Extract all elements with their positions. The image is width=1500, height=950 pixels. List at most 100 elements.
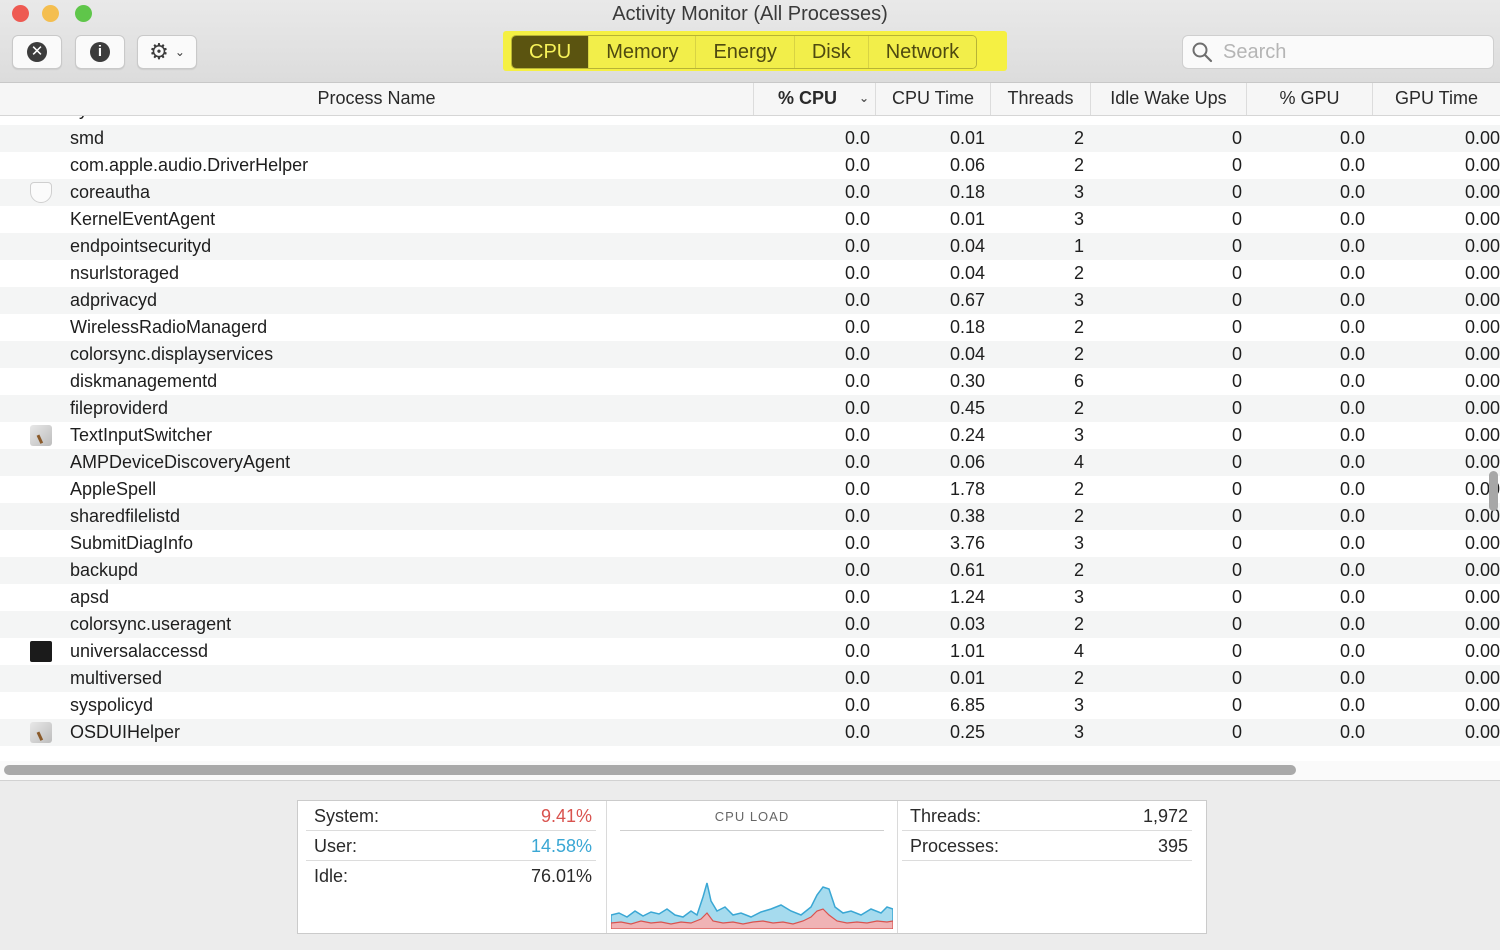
user-stat-row: User: 14.58% [306, 831, 596, 861]
gear-icon: ⚙ [149, 39, 169, 64]
cell-threads: 3 [1073, 695, 1084, 715]
cell-gpu-time: 0.00 [1464, 209, 1500, 229]
cell-gpu-time: 0.00 [1464, 290, 1500, 310]
column-header-gpu-time[interactable]: GPU Time [1372, 83, 1500, 115]
shield-icon [30, 182, 52, 203]
cell-cpu-percent: 0.0 [844, 182, 870, 202]
tab-network[interactable]: Network [867, 36, 977, 68]
column-header-cpu-time[interactable]: CPU Time [875, 83, 990, 115]
table-row[interactable]: diskmanagementd 0.0 0.30 6 0 0.0 0.00 [0, 368, 1500, 395]
cell-cpu-time: 0.45 [949, 398, 985, 418]
tab-disk[interactable]: Disk [793, 36, 868, 68]
table-row[interactable]: coreautha 0.0 0.18 3 0 0.0 0.00 [0, 179, 1500, 206]
table-row[interactable]: com.apple.audio.DriverHelper 0.0 0.06 2 0 0.0… [0, 152, 1500, 179]
search-field[interactable] [1182, 35, 1494, 69]
title-bar: Activity Monitor (All Processes) ✕ i ⚙ ⌄… [0, 0, 1500, 83]
search-input[interactable] [1221, 39, 1485, 65]
cell-idle-wake-ups: 0 [1231, 182, 1242, 202]
cell-cpu-percent: 0.0 [844, 722, 870, 742]
column-header-process-name[interactable]: Process Name [0, 83, 753, 115]
cell-threads: 3 [1073, 722, 1084, 742]
action-menu-button[interactable]: ⚙ ⌄ [137, 35, 197, 69]
table-row[interactable]: colorsync.useragent 0.0 0.03 2 0 0.0 0.00 [0, 611, 1500, 638]
cell-gpu-percent: 0.0 [1339, 371, 1365, 391]
cell-gpu-time: 0.00 [1464, 128, 1500, 148]
table-row[interactable]: syspolicyd 0.0 6.85 3 0 0.0 0.00 [0, 692, 1500, 719]
table-row[interactable]: SubmitDiagInfo 0.0 3.76 3 0 0.0 0.00 [0, 530, 1500, 557]
cell-gpu-percent: 0.0 [1339, 425, 1365, 445]
cell-gpu-time: 0.00 [1464, 533, 1500, 553]
cell-process-name: SubmitDiagInfo [70, 533, 194, 553]
app-generic-icon [30, 425, 52, 446]
horizontal-scrollbar-thumb[interactable] [4, 765, 1296, 775]
terminal-icon [30, 641, 52, 662]
cell-process-name: colorsync.displayservices [70, 344, 274, 364]
cell-idle-wake-ups: 0 [1231, 236, 1242, 256]
cell-gpu-time: 0.00 [1464, 614, 1500, 634]
idle-stat-row: Idle: 76.01% [306, 861, 596, 890]
column-header-cpu[interactable]: % CPU ⌄ [753, 83, 875, 115]
system-stat-row: System: 9.41% [306, 801, 596, 831]
cell-idle-wake-ups: 0 [1231, 479, 1242, 499]
cell-gpu-time: 0.00 [1464, 506, 1500, 526]
cell-threads: 2 [1073, 344, 1084, 364]
tab-memory[interactable]: Memory [588, 36, 696, 68]
cell-cpu-percent: 0.0 [844, 695, 870, 715]
cell-cpu-percent: 0.0 [844, 452, 870, 472]
cell-cpu-time: 0.03 [949, 614, 985, 634]
x-circle-icon: ✕ [27, 42, 47, 62]
cell-gpu-time: 0.00 [1464, 371, 1500, 391]
stop-process-button[interactable]: ✕ [12, 35, 62, 69]
tab-cpu[interactable]: CPU [512, 36, 589, 68]
cell-cpu-percent: 0.0 [844, 371, 870, 391]
table-row[interactable]: apsd 0.0 1.24 3 0 0.0 0.00 [0, 584, 1500, 611]
table-row[interactable]: OSDUIHelper 0.0 0.25 3 0 0.0 0.00 [0, 719, 1500, 746]
table-row[interactable]: AppleSpell 0.0 1.78 2 0 0.0 0.00 [0, 476, 1500, 503]
cell-idle-wake-ups: 0 [1231, 695, 1242, 715]
cell-cpu-percent: 0.0 [844, 209, 870, 229]
inspect-process-button[interactable]: i [75, 35, 125, 69]
column-header-threads[interactable]: Threads [990, 83, 1090, 115]
cell-cpu-time: 1.01 [949, 641, 985, 661]
tab-energy[interactable]: Energy [695, 36, 794, 68]
table-row[interactable]: universalaccessd 0.0 1.01 4 0 0.0 0.00 [0, 638, 1500, 665]
cell-gpu-percent: 0.0 [1339, 128, 1365, 148]
column-header-gpu[interactable]: % GPU [1246, 83, 1372, 115]
cpu-summary-area: System: 9.41% User: 14.58% Idle: 76.01% … [0, 780, 1500, 950]
table-row[interactable]: TextInputSwitcher 0.0 0.24 3 0 0.0 0.00 [0, 422, 1500, 449]
cell-threads: 3 [1073, 587, 1084, 607]
table-row[interactable]: endpointsecurityd 0.0 0.04 1 0 0.0 0.00 [0, 233, 1500, 260]
table-row[interactable]: adprivacyd 0.0 0.67 3 0 0.0 0.00 [0, 287, 1500, 314]
threads-stat-row: Threads: 1,972 [902, 801, 1192, 831]
cell-idle-wake-ups: 0 [1231, 344, 1242, 364]
cell-process-name: TextInputSwitcher [70, 425, 213, 445]
cell-cpu-time: 0.01 [949, 668, 985, 688]
table-row[interactable]: AMPDeviceDiscoveryAgent 0.0 0.06 4 0 0.0 0.00 [0, 449, 1500, 476]
cell-threads: 2 [1073, 263, 1084, 283]
table-row[interactable]: colorsync.displayservices 0.0 0.04 2 0 0.0 0.0… [0, 341, 1500, 368]
column-header-idle-wake-ups[interactable]: Idle Wake Ups [1090, 83, 1246, 115]
cell-process-name: smd [70, 128, 105, 148]
table-row[interactable]: fileproviderd 0.0 0.45 2 0 0.0 0.00 [0, 395, 1500, 422]
cpu-usage-stats: System: 9.41% User: 14.58% Idle: 76.01% [306, 801, 596, 933]
cell-cpu-percent: 0.0 [844, 398, 870, 418]
table-row[interactable]: sharedfilelistd 0.0 0.38 2 0 0.0 0.00 [0, 503, 1500, 530]
cell-cpu-percent: 0.0 [844, 236, 870, 256]
table-row[interactable]: backupd 0.0 0.61 2 0 0.0 0.00 [0, 557, 1500, 584]
table-row[interactable]: nsurlstoraged 0.0 0.04 2 0 0.0 0.00 [0, 260, 1500, 287]
table-row[interactable]: multiversed 0.0 0.01 2 0 0.0 0.00 [0, 665, 1500, 692]
cell-cpu-percent: 0.0 [844, 641, 870, 661]
vertical-scrollbar-thumb[interactable] [1489, 471, 1498, 511]
cell-cpu-time: 0.24 [949, 425, 985, 445]
table-row[interactable]: KernelEventAgent 0.0 0.01 3 0 0.0 0.00 [0, 206, 1500, 233]
cell-idle-wake-ups: 0 [1231, 209, 1242, 229]
cell-cpu-time: 0.06 [949, 452, 985, 472]
cell-gpu-time: 0.00 [1464, 560, 1500, 580]
cell-gpu-time: 0.00 [1464, 587, 1500, 607]
cell-gpu-time: 0.00 [1464, 479, 1500, 499]
table-row[interactable]: smd 0.0 0.01 2 0 0.0 0.00 [0, 125, 1500, 152]
cell-gpu-percent: 0.0 [1339, 479, 1365, 499]
cell-process-name: syspolicyd [70, 695, 154, 715]
cell-cpu-time: 1.78 [949, 479, 985, 499]
table-row[interactable]: WirelessRadioManagerd 0.0 0.18 2 0 0.0 0.00 [0, 314, 1500, 341]
